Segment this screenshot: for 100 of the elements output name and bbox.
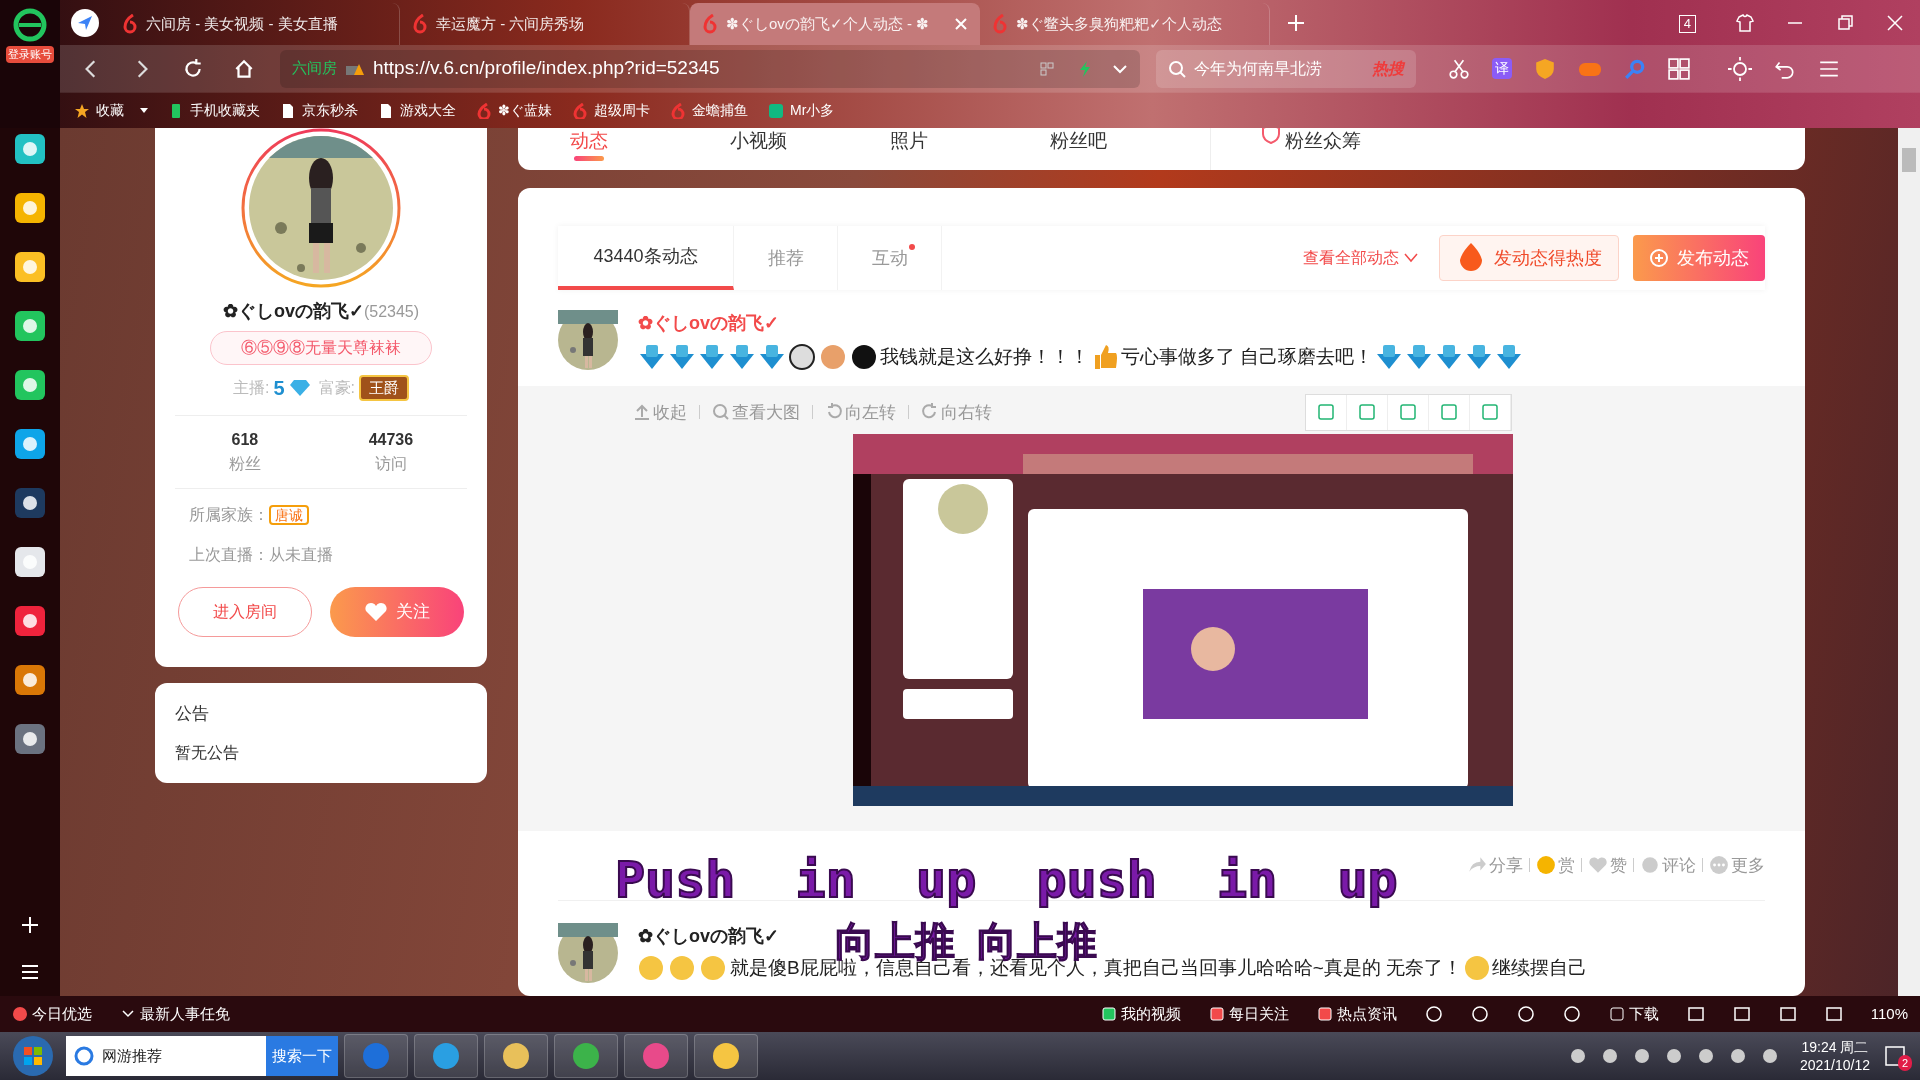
nav-tab[interactable]: 照片	[890, 128, 1050, 170]
post-text: 我钱就是这么好挣！！！	[880, 345, 1089, 369]
family-label: 所属家族：	[189, 505, 269, 525]
tab-title: 幸运魔方 - 六间房秀场	[436, 13, 586, 34]
nav-tab[interactable]: 动态	[570, 128, 730, 170]
clock[interactable]: 19:24 周二 2021/10/12	[1799, 1038, 1870, 1074]
status-link[interactable]: 下载	[1628, 1002, 1659, 1026]
brightness-icon[interactable]	[1728, 56, 1752, 81]
nav-tab[interactable]: 小视频	[730, 128, 890, 170]
status-link[interactable]: 最新人事任免	[140, 1002, 230, 1026]
six-logo-icon	[702, 14, 718, 34]
notification-icon[interactable]	[1884, 1045, 1906, 1067]
nav-tab[interactable]: 粉丝吧	[1050, 128, 1210, 170]
tab-title: ✽ぐしovの韵飞✓个人动态 - ✽	[726, 13, 931, 34]
add-circle-icon	[1649, 248, 1669, 268]
more-icon	[1709, 855, 1729, 876]
status-link[interactable]: 我的视频	[1120, 1002, 1181, 1026]
tab-title: 六间房 - 美女视频 - 美女直播	[146, 13, 339, 34]
page-icon	[280, 102, 296, 119]
upload-icon	[633, 403, 651, 422]
post-author[interactable]: ✿ぐしovの韵飞✓	[638, 923, 779, 950]
bookmark-link[interactable]: 收藏	[96, 100, 124, 121]
browser-tab[interactable]: 六间房 - 美女视频 - 美女直播	[110, 3, 400, 45]
stat-label: 访问	[374, 454, 407, 474]
start-icon[interactable]	[12, 1035, 54, 1077]
url-text: https://v.6.cn/profile/index.php?rid=52345	[373, 56, 721, 81]
taskbar-app-button[interactable]	[554, 1034, 618, 1078]
level-five-icon	[1495, 344, 1524, 371]
caret-icon[interactable]	[140, 107, 148, 114]
tab-title: ✽ぐ鳖头多臭狗粑粑✓个人动态	[1016, 13, 1223, 34]
new-tab-icon[interactable]	[1286, 13, 1306, 33]
bookmark-link[interactable]: 京东秒杀	[302, 100, 358, 121]
six-logo-icon	[670, 102, 686, 119]
grid-icon[interactable]	[1668, 57, 1690, 80]
level-five-icon	[1375, 344, 1404, 371]
taskbar-app-button[interactable]	[484, 1034, 548, 1078]
taskbar-search-button[interactable]: 搜索一下	[266, 1036, 338, 1076]
tab-indicator	[574, 156, 604, 161]
taskbar-app-button[interactable]	[694, 1034, 758, 1078]
view-all-link[interactable]: 查看全部动态	[1303, 246, 1399, 270]
level-five-icon	[638, 344, 666, 371]
close-icon[interactable]	[954, 17, 968, 31]
site-label: 六间房	[292, 58, 337, 79]
rank-badge: 王爵	[359, 374, 409, 402]
stat-label: 粉丝	[228, 454, 261, 474]
tab-count[interactable]: 4	[1678, 15, 1696, 33]
navigation-icon[interactable]	[70, 8, 100, 38]
hot-button[interactable]: 发动态得热度	[1439, 235, 1619, 281]
zoom-level[interactable]: 110%	[1870, 1002, 1908, 1026]
restore-icon[interactable]	[1835, 13, 1855, 33]
browser-logo-icon[interactable]	[13, 8, 47, 42]
bookmark-link[interactable]: 超级周卡	[594, 100, 650, 121]
level-five-icon	[668, 344, 696, 371]
host-label: 主播:	[233, 378, 270, 398]
six-logo-icon	[572, 102, 588, 119]
scroll-thumb[interactable]	[1902, 148, 1916, 172]
level-five-icon	[1465, 344, 1494, 371]
skin-icon[interactable]	[1735, 13, 1755, 33]
search-icon	[1168, 59, 1186, 78]
page-icon	[378, 102, 394, 119]
taskbar-search-field[interactable]: 网游推荐	[66, 1036, 266, 1076]
level-five-icon	[1405, 344, 1434, 371]
close-icon[interactable]	[1885, 13, 1905, 33]
post-text: 亏心事做多了 自己琢磨去吧！	[1121, 345, 1374, 369]
stat-value: 44736	[368, 430, 414, 450]
add-icon[interactable]	[20, 915, 40, 935]
bookmark-link[interactable]: 手机收藏夹	[190, 100, 260, 121]
enter-room-button[interactable]: 进入房间	[178, 587, 312, 637]
caption-text: Push in up push in up	[615, 850, 1398, 910]
notice-text: 暂无公告	[175, 742, 240, 763]
status-link[interactable]: 每日关注	[1228, 1002, 1289, 1026]
app-icon	[768, 102, 784, 119]
search-text: 今年为何南旱北涝	[1194, 58, 1323, 79]
diamond-icon	[288, 379, 311, 397]
level-five-icon	[1435, 344, 1464, 371]
six-logo-icon	[992, 14, 1008, 34]
list-icon[interactable]	[21, 964, 39, 980]
bookmark-link[interactable]: ✽ぐ蓝妹	[498, 100, 552, 121]
feed-tab[interactable]: 43440条动态	[558, 226, 734, 290]
family-badge: 唐诚	[269, 505, 309, 525]
host-level: 5	[273, 376, 285, 401]
bookmark-link[interactable]: Mr小多	[790, 100, 835, 121]
bookmark-link[interactable]: 游戏大全	[400, 100, 456, 121]
login-button[interactable]: 登录账号	[6, 46, 54, 63]
status-link[interactable]: 今日优选	[32, 1002, 92, 1026]
bookmark-link[interactable]: 金蟾捕鱼	[692, 100, 748, 121]
nav-tab[interactable]: 粉丝众筹	[1210, 128, 1370, 170]
scissors-icon[interactable]	[1448, 57, 1470, 80]
post-author[interactable]: ✿ぐしovの韵飞✓	[638, 310, 779, 337]
taskbar-app-button[interactable]	[414, 1034, 478, 1078]
profile-name: ✿ぐしovの韵飞✓	[222, 300, 364, 323]
browser-tab[interactable]: ✽ぐ鳖头多臭狗粑粑✓个人动态	[980, 3, 1270, 45]
translate-button[interactable]: 译	[1492, 58, 1512, 79]
status-link[interactable]: 热点资讯	[1336, 1002, 1397, 1026]
post-text: 继续摆自己	[1492, 956, 1588, 980]
notice-title: 公告	[175, 703, 210, 725]
stat-value: 618	[231, 430, 259, 450]
home-icon[interactable]	[233, 57, 255, 80]
taskbar-app-button[interactable]	[624, 1034, 688, 1078]
refresh-icon[interactable]	[182, 57, 204, 80]
